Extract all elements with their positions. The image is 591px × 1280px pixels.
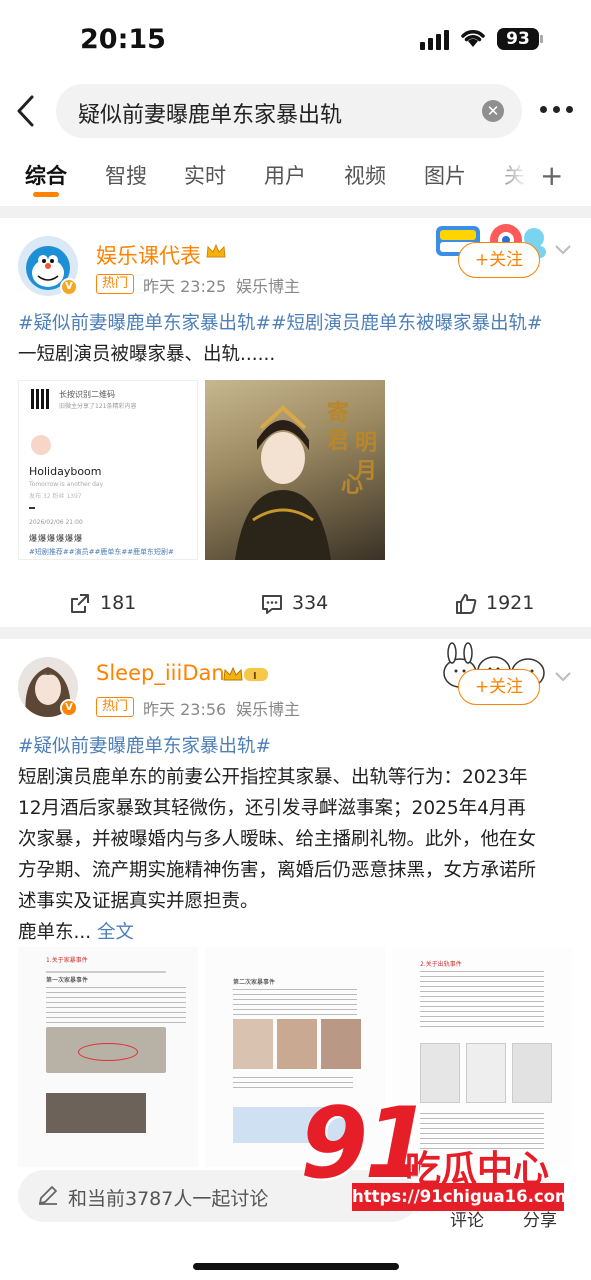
svg-text:I: I [253, 671, 257, 682]
chevron-down-icon[interactable] [554, 671, 572, 683]
doc-title: 1.关于家暴事件 [46, 957, 88, 964]
tab-users[interactable]: 用户 [264, 160, 306, 190]
post-body-line: 方孕期、流产期实施精神伤害，离婚后仍恶意抹黑，女方承诺所 [18, 860, 537, 881]
like-count: 1921 [486, 592, 535, 614]
comment-icon [262, 595, 282, 614]
divider [0, 206, 591, 218]
search-row: 疑似前妻曝鹿单东家暴出轨 ✕ [0, 82, 591, 140]
post-source: 娱乐博主 [236, 700, 301, 719]
status-time: 20:15 [80, 24, 166, 55]
profile-tagline: Tomorrow is another day [29, 481, 104, 488]
post-text: #疑似前妻曝鹿单东家暴出轨# 短剧演员鹿单东的前妻公开指控其家暴、出轨等行为：2… [18, 731, 574, 948]
wifi-icon [461, 30, 485, 47]
qr-title: 长按识别二维码 [59, 390, 115, 399]
share-icon [71, 594, 89, 613]
tab-all[interactable]: 综合 [25, 160, 67, 190]
svg-text:君: 君 [327, 428, 349, 454]
divider [0, 627, 591, 639]
plus-icon[interactable]: + [540, 159, 563, 192]
follow-button[interactable]: +关注 [458, 242, 540, 278]
thumbs-up-icon [456, 594, 477, 614]
profile-name: Holidayboom [29, 465, 102, 478]
back-icon[interactable] [14, 94, 38, 128]
tab-smart-search[interactable]: 智搜 [105, 160, 147, 190]
doc-subtitle: 第一次家暴事件 [46, 977, 89, 984]
follow-button[interactable]: +关注 [458, 669, 540, 705]
doc-title: 2.关于出轨事件 [420, 961, 462, 968]
status-bar: 20:15 93 [0, 0, 591, 78]
poster-title: 明 [355, 430, 377, 456]
svg-text:寄: 寄 [327, 400, 349, 426]
search-query[interactable]: 疑似前妻曝鹿单东家暴出轨 [78, 97, 342, 129]
post-body-line: 次家暴，并被曝婚内与多人暧昧、给主播刷礼物。此外，他在女 [18, 829, 537, 850]
tab-video[interactable]: 视频 [344, 160, 386, 190]
search-input[interactable]: 疑似前妻曝鹿单东家暴出轨 ✕ [56, 84, 522, 138]
action-bar: 181 334 1921 [0, 582, 591, 626]
comment-placeholder: 和当前3787人一起讨论 [68, 1188, 269, 1210]
watermark-url: https://91chigua16.com [352, 1183, 572, 1211]
post-body: 一短剧演员被曝家暴、出轨...... [18, 344, 276, 365]
profile-date: 2026/02/06 21:00 [29, 519, 83, 526]
verified-badge-icon: V [60, 699, 78, 717]
pencil-icon [39, 1186, 57, 1205]
more-icon[interactable] [540, 106, 574, 116]
post-body-line: 12月酒后家暴致其轻微伤，还引发寻衅滋事案；2025年4月再 [18, 798, 526, 819]
post-source: 娱乐博主 [236, 277, 301, 296]
post-time: 昨天 23:25 [143, 277, 227, 296]
topic-link[interactable]: #疑似前妻曝鹿单东家暴出轨# [18, 736, 271, 757]
home-indicator [193, 1263, 399, 1270]
post-body-tail: 鹿单东... [18, 922, 92, 943]
comment-count: 334 [292, 592, 329, 614]
drama-poster-icon: 明 月 寄 君 心 [235, 400, 377, 560]
verified-badge-icon: V [60, 278, 78, 296]
svg-text:心: 心 [341, 472, 363, 498]
profile-tags: #短剧推荐##演员##鹿单东##鹿单东短剧# [29, 548, 174, 556]
share-count: 181 [100, 592, 137, 614]
signal-icon [420, 30, 452, 50]
hot-badge: 热门 [96, 274, 134, 294]
user-name[interactable]: 娱乐课代表 [96, 240, 201, 270]
dash-mark [29, 507, 35, 509]
post-image[interactable]: 明 月 寄 君 心 [205, 380, 385, 560]
post-time: 昨天 23:56 [143, 700, 227, 719]
battery-icon: 93 [497, 28, 543, 50]
chevron-down-icon[interactable] [554, 244, 572, 256]
qr-subtitle: 旧微主分享了121条精彩内容 [59, 403, 137, 410]
tab-realtime[interactable]: 实时 [184, 160, 226, 190]
profile-chars: 爆爆爆爆爆爆 [29, 534, 83, 543]
post-text: #疑似前妻曝鹿单东家暴出轨##短剧演员鹿单东被曝家暴出轨# 一短剧演员被曝家暴、… [18, 308, 574, 370]
full-text-link[interactable]: 全文 [97, 922, 134, 943]
crown-icon [206, 243, 226, 258]
tab-fade [488, 150, 528, 198]
doc-title: 第二次家暴事件 [233, 979, 276, 986]
profile-meta: 发布 32 粉丝 1397 [29, 493, 82, 500]
clear-icon[interactable]: ✕ [482, 100, 504, 122]
hot-badge: 热门 [96, 697, 134, 717]
post-body-line: 述事实及证据真实并愿担责。 [18, 891, 259, 912]
post-image[interactable]: 长按识别二维码 旧微主分享了121条精彩内容 Holidayboom Tomor… [18, 380, 198, 560]
vip-level-icon: I [223, 666, 268, 682]
tab-active-indicator [33, 192, 59, 197]
profile-avatar [31, 435, 51, 455]
user-name[interactable]: Sleep_iiiDan [96, 661, 225, 685]
tab-images[interactable]: 图片 [424, 160, 466, 190]
qr-code-icon [31, 389, 51, 409]
topic-link[interactable]: #疑似前妻曝鹿单东家暴出轨##短剧演员鹿单东被曝家暴出轨# [18, 313, 543, 334]
post-image[interactable]: 1.关于家暴事件 第一次家暴事件 [18, 947, 198, 1167]
post-body-line: 短剧演员鹿单东的前妻公开指控其家暴、出轨等行为：2023年 [18, 767, 528, 788]
